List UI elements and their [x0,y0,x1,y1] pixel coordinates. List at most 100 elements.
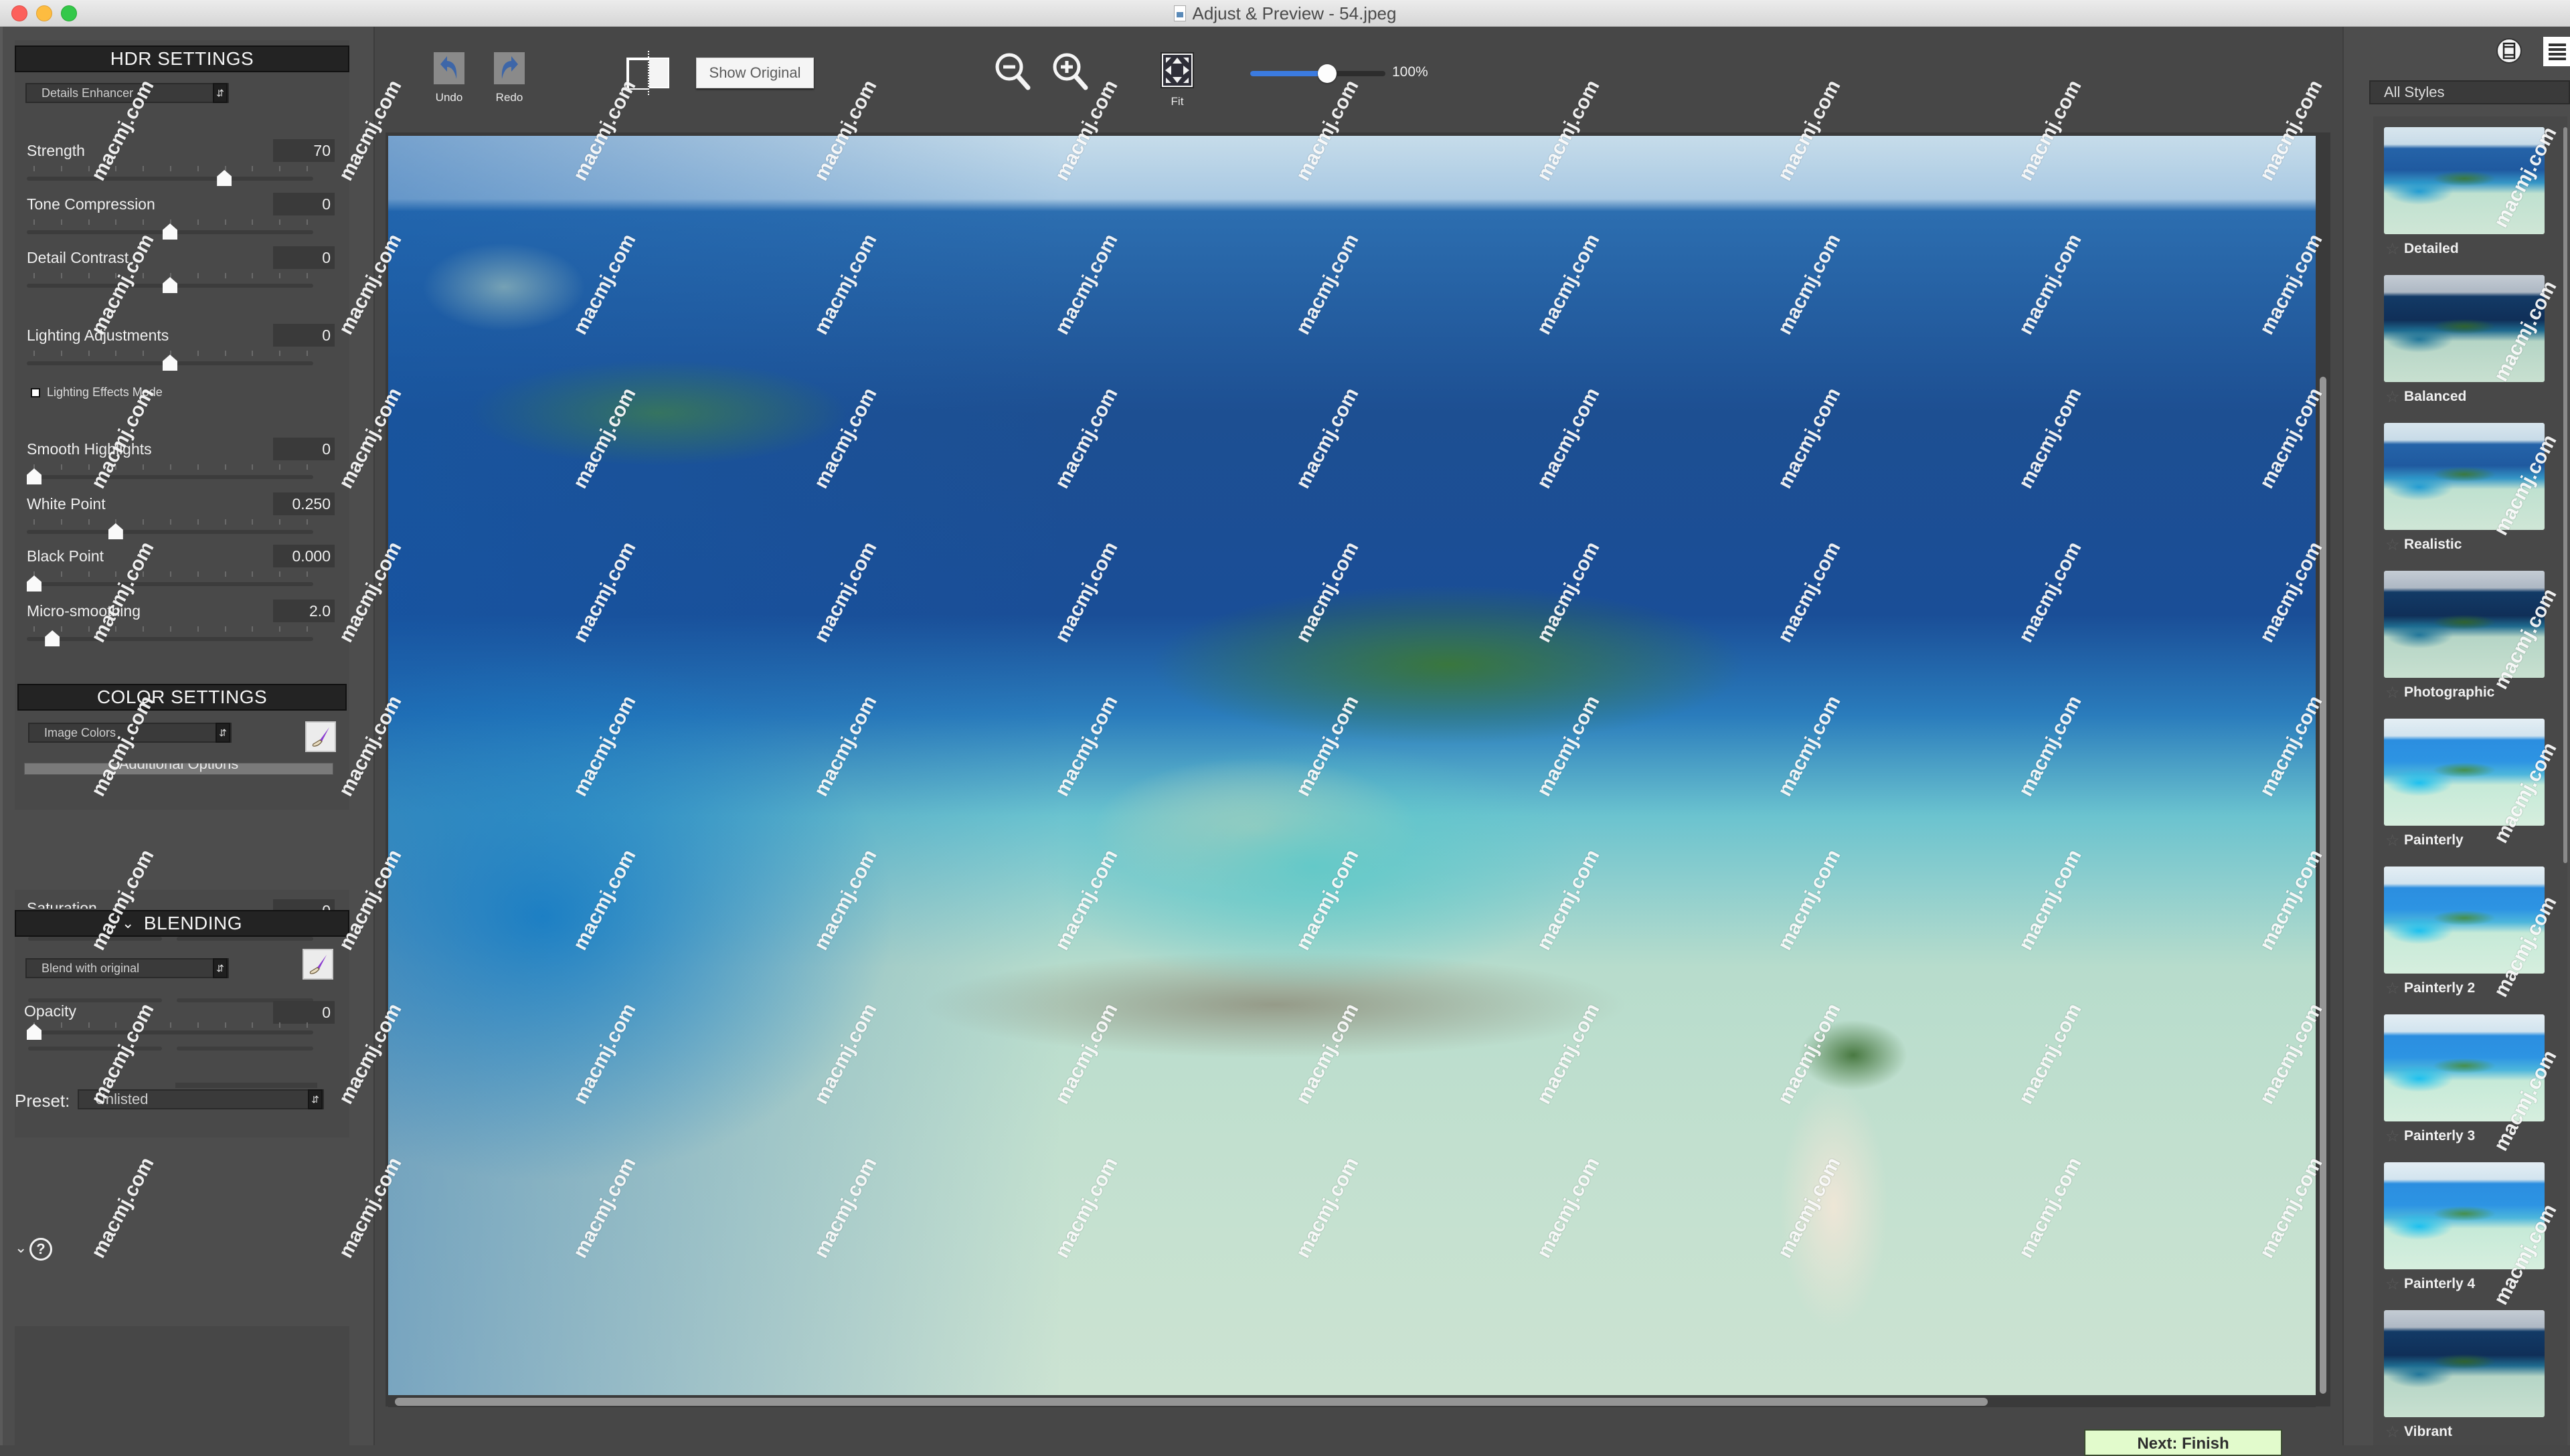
white-point-slider-track[interactable] [27,530,313,534]
style-item[interactable]: ☆ Painterly 2 [2384,867,2545,1014]
color-settings-header[interactable]: COLOR SETTINGS [17,684,347,711]
tick-mark [60,519,62,525]
preview-image[interactable] [388,136,2316,1395]
favorite-star-icon[interactable]: ☆ [2385,683,2400,703]
opacity-value[interactable]: 0 [273,1001,335,1024]
strength-label: Strength [27,142,85,159]
undo-button[interactable] [434,52,464,84]
list-view-button[interactable] [2543,37,2570,66]
additional-options-button[interactable]: Additional Options [24,763,333,775]
filmstrip-view-button[interactable] [2496,38,2522,64]
tick-mark [252,351,254,356]
styles-filter-dropdown[interactable]: All Styles [2369,80,2570,104]
hdr-settings-title: HDR SETTINGS [110,48,254,69]
show-original-button[interactable]: Show Original [696,58,814,88]
zoom-slider-thumb[interactable] [1318,64,1337,83]
detail-contrast-ticks [33,273,308,278]
styles-list[interactable]: ☆ Detailed ☆ Balanced ☆ Realistic ☆ Photographi… [2373,116,2567,1445]
favorite-star-icon[interactable]: ☆ [2385,387,2400,407]
style-item[interactable]: ☆ Painterly 3 [2384,1014,2545,1162]
tone-compression-value[interactable]: 0 [273,193,335,215]
tick-mark [33,273,35,278]
tick-mark [33,626,35,632]
hdr-settings-header[interactable]: HDR SETTINGS [15,46,349,72]
style-item[interactable]: ☆ Photographic [2384,571,2545,718]
blending-title: BLENDING [143,913,243,933]
redo-button[interactable] [494,52,525,84]
strength-slider-track[interactable] [27,177,313,181]
black-point-value[interactable]: 0.000 [273,545,335,567]
tick-mark [169,519,171,525]
lighting-effects-mode-checkbox[interactable] [31,388,40,397]
lighting-adjustments-value[interactable]: 0 [273,324,335,347]
show-original-label: Show Original [709,64,801,81]
white-point-value[interactable]: 0.250 [273,492,335,515]
blend-brush-button[interactable] [303,949,333,980]
tick-mark [115,626,117,632]
next-finish-label: Next: Finish [2137,1435,2229,1453]
styles-scrollbar[interactable] [2563,127,2567,863]
favorite-star-icon[interactable]: ☆ [2385,535,2400,555]
collapse-chevron-icon[interactable]: ⌄ [15,1239,27,1257]
hdr-mode-dropdown[interactable]: Details Enhancer ⇵ [25,83,229,103]
style-thumbnail[interactable] [2384,275,2545,382]
detail-contrast-value[interactable]: 0 [273,246,335,269]
tick-mark [88,273,90,278]
tick-mark [197,626,199,632]
favorite-star-icon[interactable]: ☆ [2385,1127,2400,1146]
style-thumbnail[interactable] [2384,867,2545,974]
style-thumbnail[interactable] [2384,127,2545,234]
style-thumbnail[interactable] [2384,1310,2545,1417]
tick-mark [60,273,62,278]
favorite-star-icon[interactable]: ☆ [2385,979,2400,998]
smooth-highlights-value[interactable]: 0 [273,438,335,460]
style-thumbnail[interactable] [2384,1014,2545,1121]
style-item[interactable]: ☆ Vibrant [2384,1310,2545,1445]
style-item[interactable]: ☆ Detailed [2384,127,2545,274]
style-item[interactable]: ☆ Painterly 4 [2384,1162,2545,1309]
favorite-star-icon[interactable]: ☆ [2385,1275,2400,1294]
style-thumbnail[interactable] [2384,571,2545,678]
color-mode-dropdown[interactable]: Image Colors ⇵ [28,723,232,743]
black-point-slider-track[interactable] [27,582,313,586]
chevron-updown-icon: ⇵ [213,958,228,978]
micro-smoothing-label: Micro-smoothing [27,602,141,620]
tick-mark [279,519,281,525]
zoom-in-button[interactable] [1051,51,1090,91]
tick-mark [115,273,117,278]
style-name: Photographic [2404,685,2495,700]
tick-mark [143,626,145,632]
zoom-out-icon [995,53,1031,90]
blend-mode-dropdown[interactable]: Blend with original ⇵ [25,958,229,978]
micro-smoothing-value[interactable]: 2.0 [273,600,335,622]
style-thumbnail[interactable] [2384,423,2545,530]
fit-button[interactable] [1161,52,1194,88]
zoom-slider-fill [1250,71,1327,76]
tick-mark [60,464,62,470]
smooth-highlights-slider-track[interactable] [27,475,313,479]
style-thumbnail[interactable] [2384,1162,2545,1269]
style-item[interactable]: ☆ Painterly [2384,719,2545,866]
favorite-star-icon[interactable]: ☆ [2385,240,2400,259]
vertical-scroll-thumb[interactable] [2320,377,2326,1394]
opacity-slider-track[interactable] [27,1030,313,1034]
help-icon[interactable]: ? [29,1238,52,1261]
favorite-star-icon[interactable]: ☆ [2385,831,2400,850]
style-item[interactable]: ☆ Balanced [2384,275,2545,422]
favorite-star-icon[interactable]: ☆ [2385,1423,2400,1442]
list-icon-bar [2549,52,2566,56]
style-thumbnail[interactable] [2384,719,2545,826]
blending-header[interactable]: ⌄ BLENDING [15,910,349,937]
tick-mark [252,166,254,171]
redo-label: Redo [495,91,523,104]
strength-value[interactable]: 70 [273,139,335,162]
color-brush-button[interactable] [305,721,336,752]
saturation-value[interactable]: 0 [273,899,335,910]
next-finish-button[interactable]: Next: Finish [2084,1429,2282,1456]
zoom-out-button[interactable] [993,51,1032,91]
tick-mark [279,351,281,356]
micro-smoothing-slider-track[interactable] [27,637,313,641]
style-item[interactable]: ☆ Realistic [2384,423,2545,570]
horizontal-scroll-thumb[interactable] [395,1398,1988,1406]
preset-dropdown[interactable]: Unlisted ⇵ [78,1089,324,1109]
